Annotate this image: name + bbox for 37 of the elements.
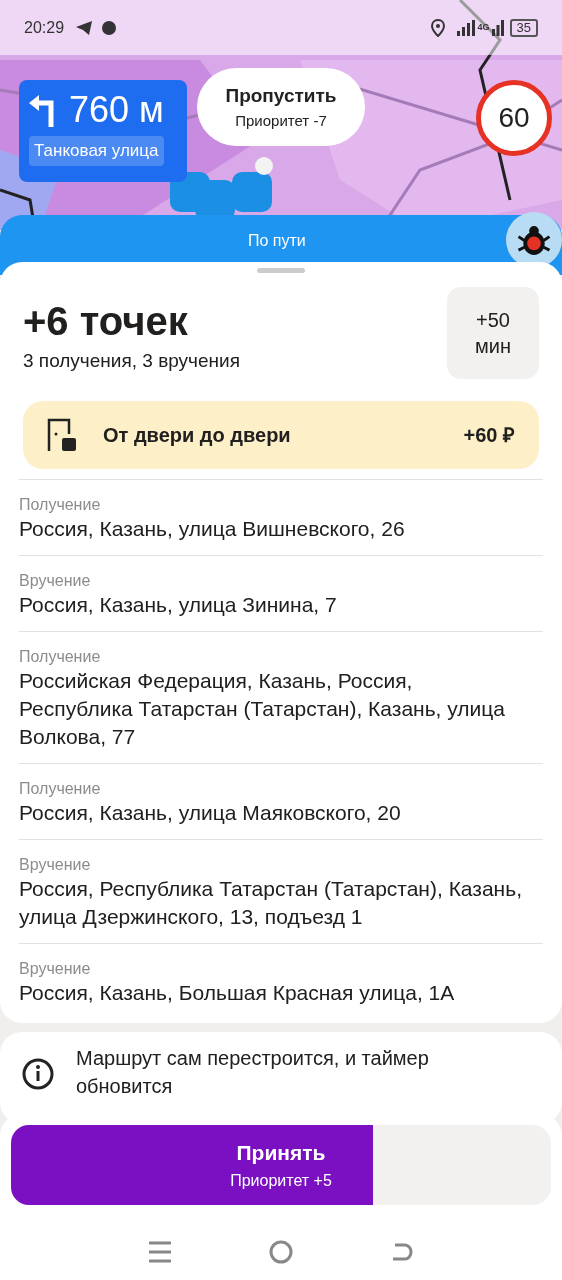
stop-address: Россия, Казань, улица Вишневского, 26 — [19, 516, 406, 542]
bonus-amount: +60 ₽ — [463, 423, 515, 448]
stop-type: Получение — [19, 647, 102, 667]
stop-type: Получение — [19, 779, 102, 799]
signal-icon — [491, 19, 504, 36]
stop-address: Россия, Казань, улица Зинина, 7 — [19, 592, 338, 618]
time-badge: +50 мин — [447, 287, 539, 379]
stop-address: Россия, Республика Татарстан (Татарстан), Казань, улица Дзержинского, 13, подъезд 1 — [19, 876, 523, 930]
door-package-icon — [47, 418, 79, 452]
drag-handle[interactable] — [257, 268, 305, 273]
location-icon — [430, 18, 445, 37]
status-time: 20:29 — [24, 17, 65, 38]
stop-type: Вручение — [19, 571, 92, 591]
turn-left-icon — [29, 93, 57, 127]
stop-type: Вручение — [19, 959, 92, 979]
bonus-label: От двери до двери — [103, 423, 292, 448]
offer-subtitle: 3 получения, 3 вручения — [23, 349, 241, 373]
turn-distance: 760 м — [69, 90, 164, 130]
battery-indicator: 35 — [509, 18, 538, 37]
stop-address: Российская Федерация, Казань, Россия, Республика Татарстан (Татарстан), Казань, улица Волкова, 77 — [19, 668, 506, 750]
offer-title: +6 точек — [23, 299, 189, 343]
accept-button[interactable]: Принять Приоритет +5 — [11, 1125, 551, 1205]
info-text: Маршрут сам перестроится, и таймер обновится — [76, 1046, 430, 1099]
stop-address: Россия, Казань, улица Маяковского, 20 — [19, 800, 402, 826]
back-icon[interactable] — [391, 1241, 413, 1263]
street-name: Танковая улица — [29, 136, 164, 166]
bug-icon — [517, 225, 551, 255]
skip-button[interactable]: Пропустить Приоритет -7 — [197, 68, 365, 146]
network-type: 4G — [477, 20, 490, 34]
home-icon[interactable] — [269, 1240, 293, 1264]
route-banner-label: По пути — [248, 231, 306, 251]
info-icon — [22, 1058, 54, 1090]
stop-type: Вручение — [19, 855, 92, 875]
stop-type: Получение — [19, 495, 102, 515]
stop-address: Россия, Казань, Большая Красная улица, 1А — [19, 980, 456, 1006]
menu-icon[interactable] — [149, 1241, 171, 1263]
signal-icon — [456, 19, 475, 36]
